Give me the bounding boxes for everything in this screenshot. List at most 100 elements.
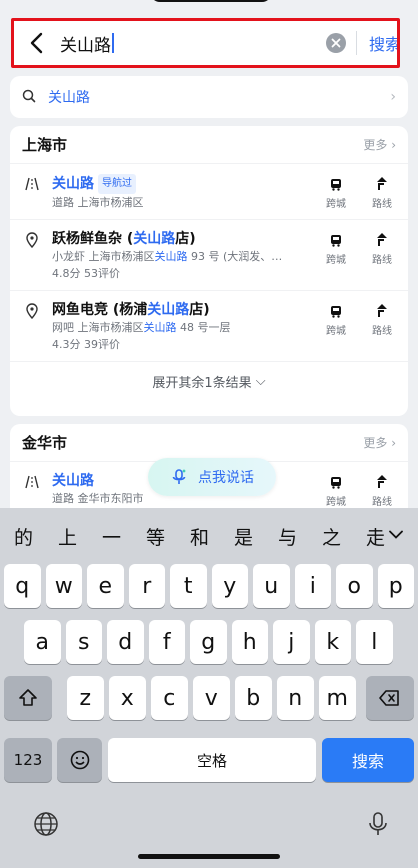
expand-results-button[interactable]: 展开其余1条结果 ⌵ bbox=[10, 362, 408, 400]
key-h[interactable]: h bbox=[231, 620, 268, 664]
candidate-word[interactable]: 与 bbox=[274, 523, 318, 550]
space-key[interactable]: 空格 bbox=[108, 738, 316, 782]
key-t[interactable]: t bbox=[170, 564, 207, 608]
text-caret bbox=[112, 33, 114, 53]
backspace-key[interactable] bbox=[366, 676, 414, 720]
route-arrow-icon bbox=[377, 475, 387, 488]
key-e[interactable]: e bbox=[87, 564, 124, 608]
key-p[interactable]: p bbox=[377, 564, 414, 608]
bus-icon bbox=[331, 477, 341, 489]
bus-icon bbox=[331, 179, 341, 191]
key-o[interactable]: o bbox=[336, 564, 373, 608]
road-icon bbox=[25, 177, 39, 191]
emoji-icon bbox=[70, 750, 89, 770]
key-s[interactable]: s bbox=[65, 620, 102, 664]
key-j[interactable]: j bbox=[273, 620, 310, 664]
candidate-word[interactable]: 的 bbox=[10, 523, 54, 550]
search-bar: 关山路 搜索 bbox=[11, 18, 400, 68]
suggestion-row[interactable]: 关山路 › bbox=[10, 76, 408, 118]
candidate-bar: 的上一等和是与之走 bbox=[0, 508, 418, 564]
candidate-word[interactable]: 一 bbox=[98, 523, 142, 550]
dictation-microphone-icon[interactable] bbox=[364, 810, 392, 838]
visited-badge: 导航过 bbox=[98, 174, 136, 194]
emoji-key[interactable] bbox=[57, 738, 102, 782]
bus-icon bbox=[331, 235, 341, 247]
search-input[interactable]: 关山路 bbox=[60, 31, 326, 56]
back-button[interactable] bbox=[14, 21, 60, 65]
transit-button[interactable]: 跨城 bbox=[322, 303, 350, 337]
location-pin-icon bbox=[26, 232, 38, 248]
result-item[interactable]: 网鱼电竞 (杨浦关山路店) 网吧 上海市杨浦区关山路 48 号一层 4.3分 3… bbox=[10, 291, 408, 362]
bus-icon bbox=[331, 306, 341, 318]
key-k[interactable]: k bbox=[314, 620, 351, 664]
search-query-text: 关山路 bbox=[60, 35, 111, 56]
candidate-word[interactable]: 之 bbox=[318, 523, 362, 550]
key-f[interactable]: f bbox=[148, 620, 185, 664]
more-link[interactable]: 更多 › bbox=[363, 434, 396, 451]
more-link[interactable]: 更多 › bbox=[363, 136, 396, 153]
section-title: 金华市 bbox=[22, 434, 68, 452]
section-title: 上海市 bbox=[22, 136, 68, 154]
route-arrow-icon bbox=[377, 233, 387, 246]
voice-assistant-button[interactable]: 点我说话 bbox=[148, 458, 276, 496]
key-c[interactable]: c bbox=[151, 676, 188, 720]
road-icon bbox=[25, 475, 39, 489]
candidate-word[interactable]: 是 bbox=[230, 523, 274, 550]
key-v[interactable]: v bbox=[193, 676, 230, 720]
search-screen: 关山路 搜索 关山路 › 上海市 更多 › 关山路 导航过 道路 上海市杨浦区 跨… bbox=[0, 0, 418, 508]
keyboard: 的上一等和是与之走 qwertyuiop asdfghjkl zxcvbnm 1… bbox=[0, 508, 418, 868]
key-l[interactable]: l bbox=[356, 620, 393, 664]
candidate-word[interactable]: 和 bbox=[186, 523, 230, 550]
route-arrow-icon bbox=[377, 177, 387, 190]
transit-button[interactable]: 跨城 bbox=[322, 474, 350, 508]
route-button[interactable]: 路线 bbox=[368, 303, 396, 337]
key-y[interactable]: y bbox=[211, 564, 248, 608]
key-row-4: 123 空格 搜索 bbox=[0, 738, 418, 782]
key-a[interactable]: a bbox=[24, 620, 61, 664]
clear-button[interactable] bbox=[326, 33, 346, 53]
chevron-left-icon bbox=[30, 32, 43, 54]
close-icon bbox=[331, 38, 341, 48]
dynamic-island bbox=[150, 0, 272, 2]
key-g[interactable]: g bbox=[190, 620, 227, 664]
search-key[interactable]: 搜索 bbox=[322, 738, 414, 782]
backspace-icon bbox=[379, 690, 399, 706]
route-button[interactable]: 路线 bbox=[368, 176, 396, 210]
key-n[interactable]: n bbox=[277, 676, 314, 720]
shift-icon bbox=[19, 689, 37, 706]
route-arrow-icon bbox=[377, 304, 387, 317]
route-button[interactable]: 路线 bbox=[368, 232, 396, 266]
transit-button[interactable]: 跨城 bbox=[322, 232, 350, 266]
results-section-shanghai: 上海市 更多 › 关山路 导航过 道路 上海市杨浦区 跨城 路线 跃杨鲜鱼杂 (关… bbox=[10, 126, 408, 416]
search-icon bbox=[22, 88, 36, 107]
key-q[interactable]: q bbox=[4, 564, 41, 608]
key-m[interactable]: m bbox=[319, 676, 356, 720]
route-button[interactable]: 路线 bbox=[368, 474, 396, 508]
candidate-word[interactable]: 上 bbox=[54, 523, 98, 550]
chevron-down-icon[interactable] bbox=[384, 522, 408, 546]
key-d[interactable]: d bbox=[107, 620, 144, 664]
transit-button[interactable]: 跨城 bbox=[322, 176, 350, 210]
candidate-word[interactable]: 等 bbox=[142, 523, 186, 550]
key-w[interactable]: w bbox=[45, 564, 82, 608]
key-u[interactable]: u bbox=[253, 564, 290, 608]
result-item[interactable]: 关山路 导航过 道路 上海市杨浦区 跨城 路线 bbox=[10, 164, 408, 220]
key-b[interactable]: b bbox=[235, 676, 272, 720]
key-row-1: qwertyuiop bbox=[0, 564, 418, 608]
key-row-2: asdfghjkl bbox=[0, 620, 418, 664]
key-z[interactable]: z bbox=[67, 676, 104, 720]
suggestion-text: 关山路 bbox=[48, 90, 90, 106]
key-x[interactable]: x bbox=[109, 676, 146, 720]
key-r[interactable]: r bbox=[128, 564, 165, 608]
result-item[interactable]: 跃杨鲜鱼杂 (关山路店) 小龙虾 上海市杨浦区关山路 93 号 (大润发、华联.… bbox=[10, 220, 408, 291]
shift-key[interactable] bbox=[4, 676, 52, 720]
globe-icon[interactable] bbox=[32, 810, 60, 838]
location-pin-icon bbox=[26, 303, 38, 319]
search-button[interactable]: 搜索 bbox=[357, 31, 397, 55]
key-row-3: zxcvbnm bbox=[0, 676, 418, 720]
microphone-sparkle-icon bbox=[172, 469, 186, 484]
numbers-key[interactable]: 123 bbox=[4, 738, 52, 782]
home-indicator bbox=[138, 854, 280, 859]
chevron-right-icon: › bbox=[390, 89, 396, 105]
key-i[interactable]: i bbox=[294, 564, 331, 608]
